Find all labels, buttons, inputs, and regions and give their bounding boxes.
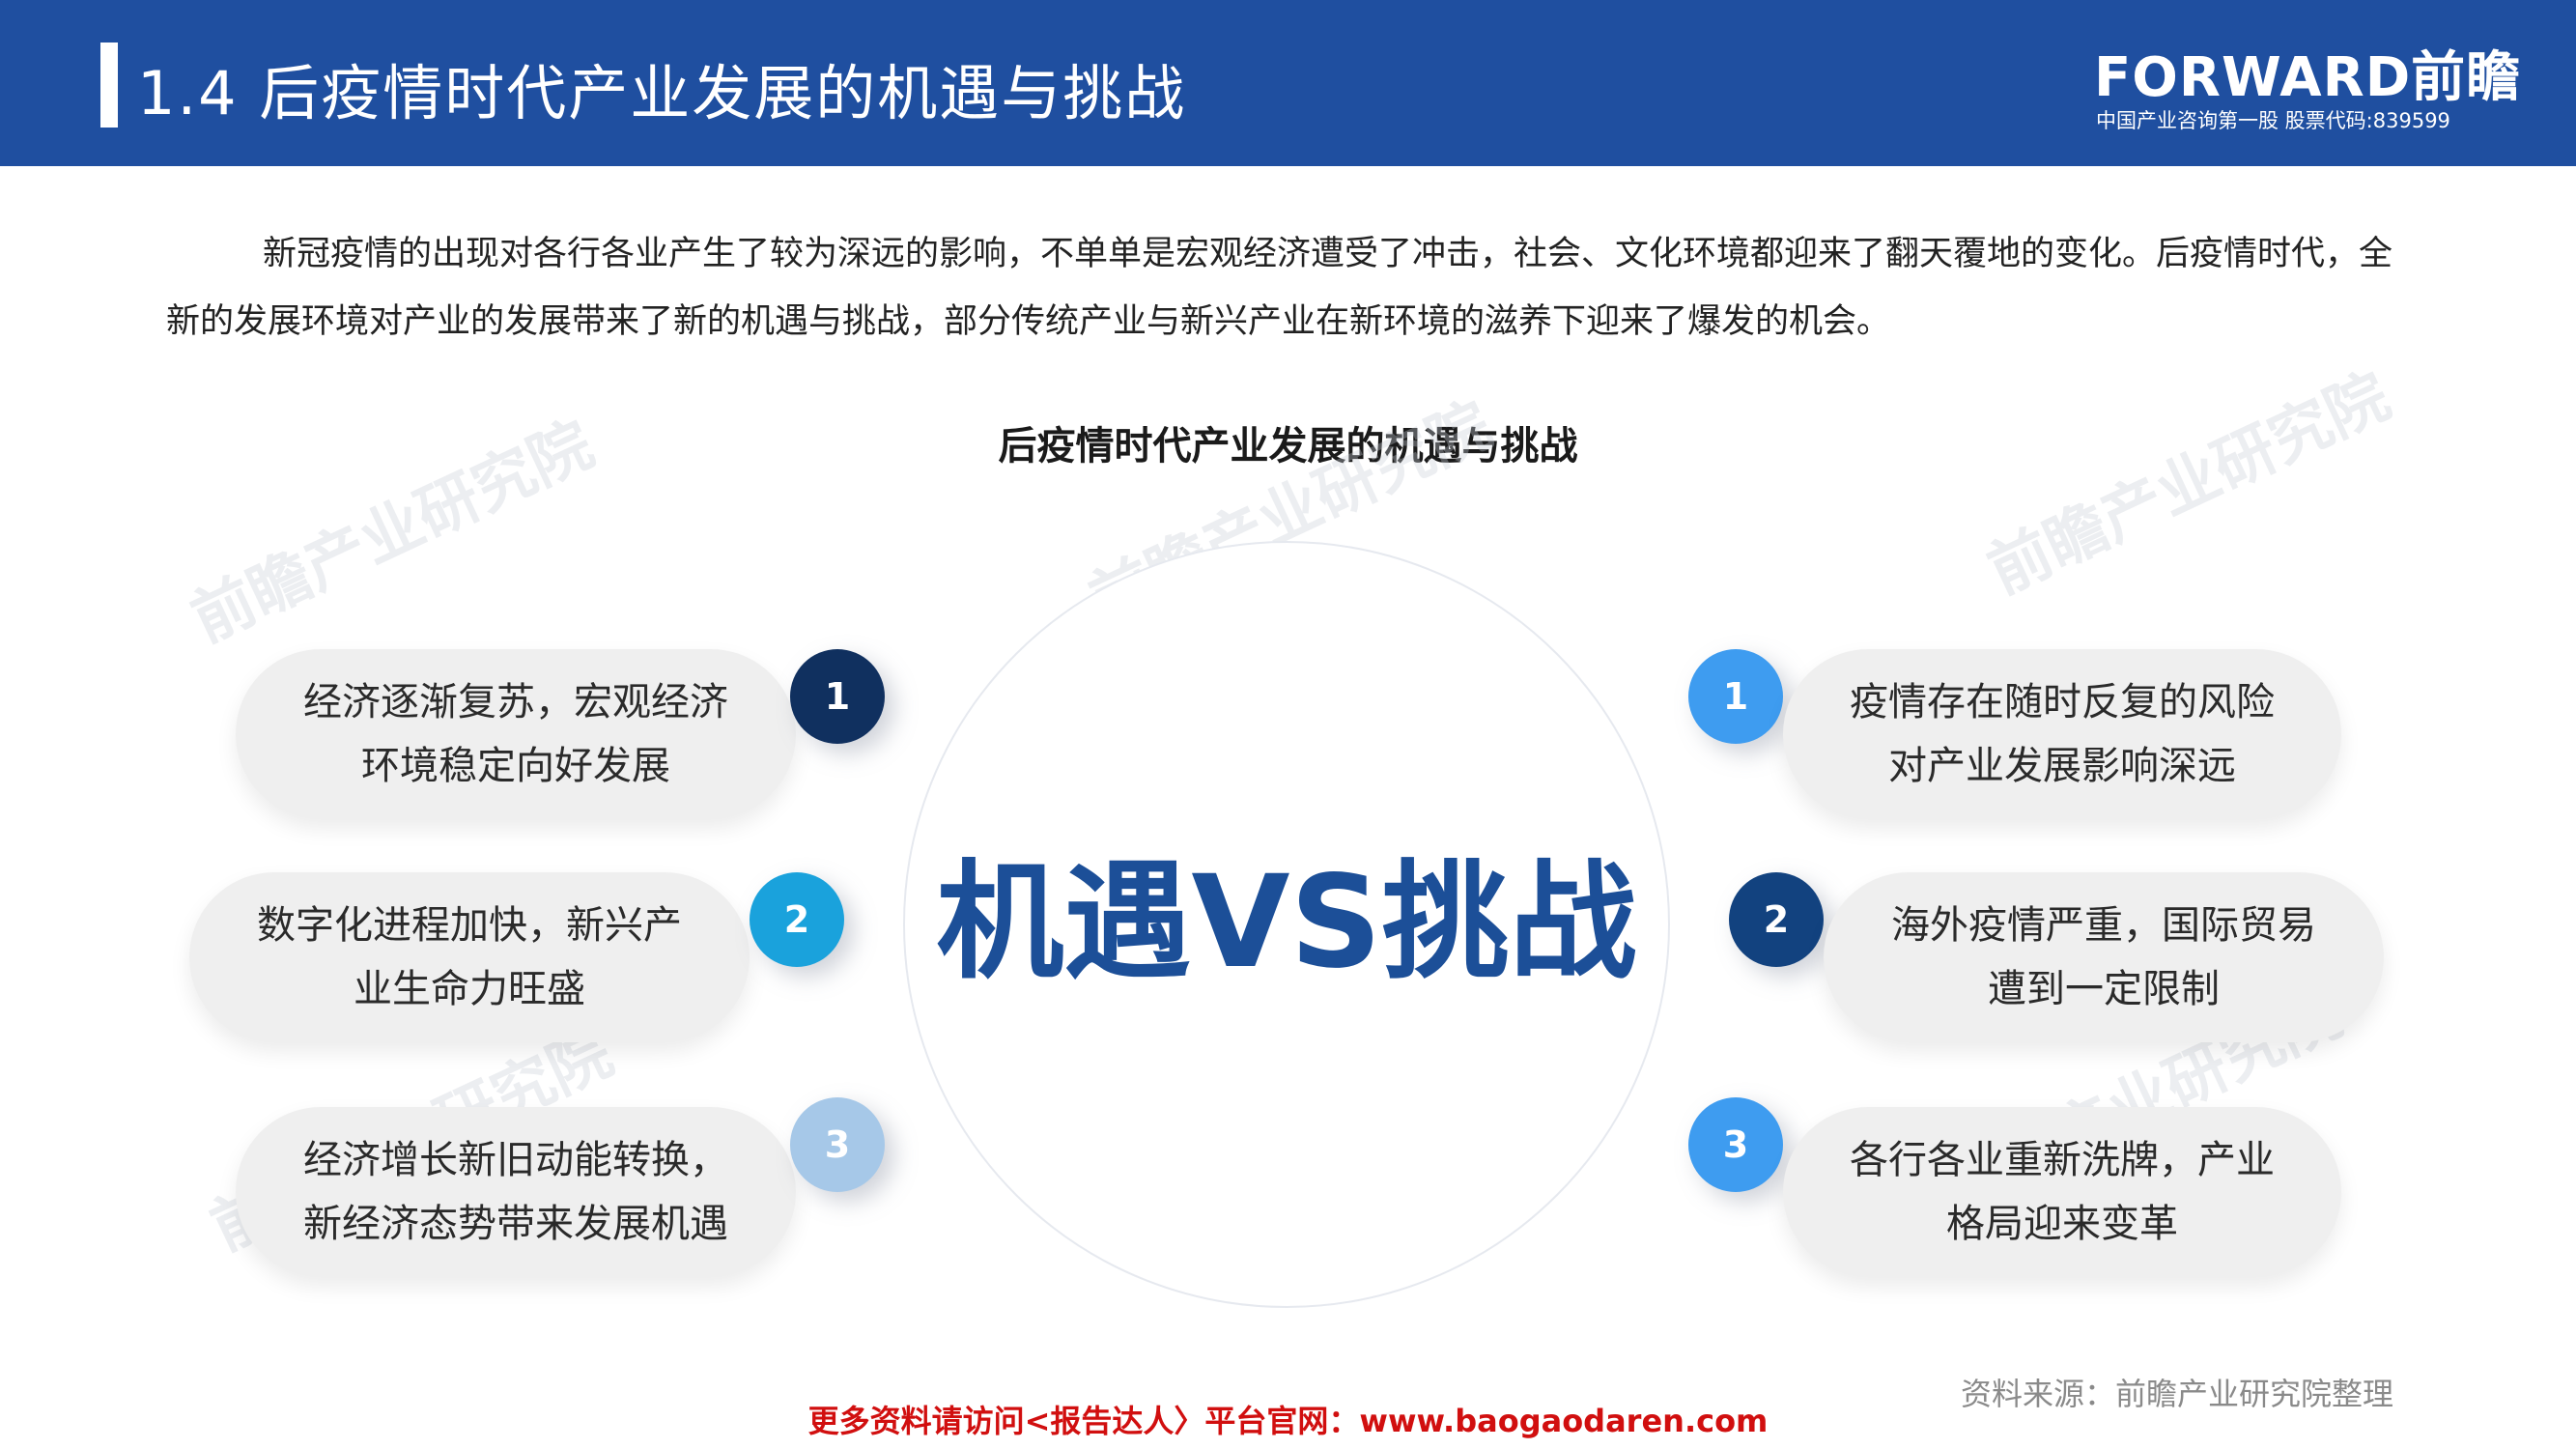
opportunity-text-line: 经济增长新旧动能转换， xyxy=(303,1138,728,1182)
opportunity-text-line: 数字化进程加快，新兴产 xyxy=(257,903,682,948)
forward-logo: FORWARD前瞻 xyxy=(2094,46,2522,109)
header-bar: 1.4 后疫情时代产业发展的机遇与挑战 FORWARD前瞻 中国产业咨询第一股 … xyxy=(0,0,2576,166)
opportunity-text-line: 业生命力旺盛 xyxy=(354,967,585,1011)
number-badge: 1 xyxy=(790,649,885,744)
challenge-item: 海外疫情严重，国际贸易 遭到一定限制 xyxy=(1824,872,2384,1042)
opportunity-text-line: 环境稳定向好发展 xyxy=(361,744,670,788)
number-badge: 3 xyxy=(790,1097,885,1192)
opportunity-text-line: 新经济态势带来发展机遇 xyxy=(303,1202,728,1246)
challenge-item: 疫情存在随时反复的风险 对产业发展影响深远 xyxy=(1783,649,2341,819)
logo-subtitle: 中国产业咨询第一股 股票代码:839599 xyxy=(2096,109,2450,132)
challenge-text-line: 遭到一定限制 xyxy=(1988,967,2220,1011)
number-badge: 2 xyxy=(750,872,844,967)
opportunity-item: 数字化进程加快，新兴产 业生命力旺盛 xyxy=(189,872,750,1042)
challenge-text-line: 格局迎来变革 xyxy=(1946,1202,2178,1246)
challenge-item: 各行各业重新洗牌，产业 格局迎来变革 xyxy=(1783,1107,2341,1277)
watermark-logo: 前瞻产业研究院 xyxy=(1977,360,2401,609)
challenge-text-line: 对产业发展影响深远 xyxy=(1888,744,2236,788)
title-accent-bar xyxy=(100,43,118,128)
page-title: 1.4 后疫情时代产业发展的机遇与挑战 xyxy=(137,58,1187,128)
challenge-text-line: 各行各业重新洗牌，产业 xyxy=(1850,1138,2275,1182)
challenge-text-line: 疫情存在随时反复的风险 xyxy=(1850,680,2275,724)
opportunity-text-line: 经济逐渐复苏，宏观经济 xyxy=(303,680,728,724)
challenge-text-line: 海外疫情严重，国际贸易 xyxy=(1891,903,2316,948)
number-badge: 1 xyxy=(1688,649,1783,744)
center-label: 机遇VS挑战 xyxy=(936,848,1637,997)
opportunity-item: 经济逐渐复苏，宏观经济 环境稳定向好发展 xyxy=(236,649,796,819)
number-badge: 2 xyxy=(1729,872,1824,967)
intro-paragraph: 新冠疫情的出现对各行各业产生了较为深远的影响，不单单是宏观经济遭受了冲击，社会、… xyxy=(166,235,2393,341)
promo-link[interactable]: 更多资料请访问<报告达人〉平台官网：www.baogaodaren.com xyxy=(0,1397,2576,1441)
number-badge: 3 xyxy=(1688,1097,1783,1192)
opportunity-item: 经济增长新旧动能转换， 新经济态势带来发展机遇 xyxy=(236,1107,796,1277)
